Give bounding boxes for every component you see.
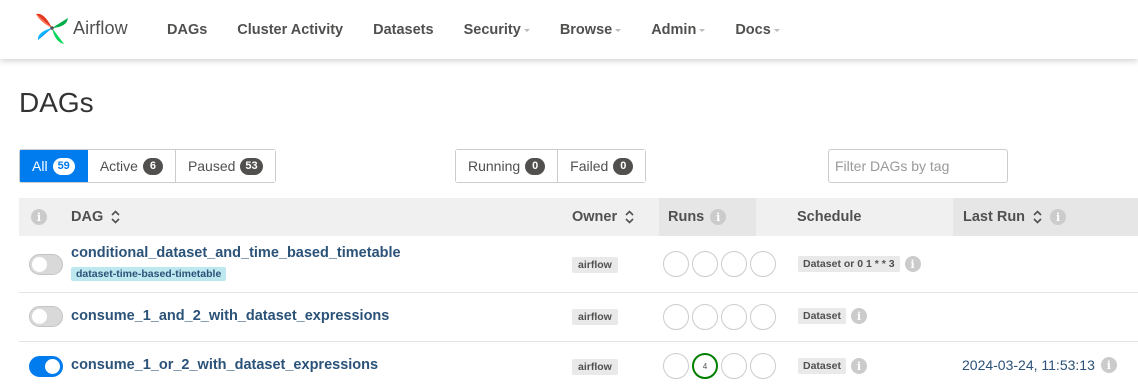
run-state-success[interactable]: [721, 304, 747, 330]
header-dag[interactable]: DAG: [71, 198, 120, 236]
nav-admin[interactable]: Admin: [636, 22, 720, 38]
last-run-cell: 2024-03-24, 11:53:13 i: [962, 357, 1117, 373]
nav-datasets[interactable]: Datasets: [358, 22, 448, 38]
schedule-cell: Dataset i: [798, 308, 867, 324]
count-badge: 59: [52, 157, 75, 175]
run-state-running[interactable]: [692, 304, 718, 330]
nav-browse[interactable]: Browse: [545, 22, 636, 38]
header-last-run[interactable]: Last Run i: [963, 198, 1067, 236]
header-owner[interactable]: Owner: [572, 198, 634, 236]
table-row: consume_1_and_2_with_dataset_expressions…: [19, 293, 1138, 342]
schedule-badge[interactable]: Dataset or 0 1 * * 3: [798, 256, 900, 272]
run-state-failed[interactable]: [750, 251, 776, 277]
run-state-success[interactable]: 4: [692, 353, 718, 379]
run-state-failed[interactable]: [750, 353, 776, 379]
caret-down-icon: [773, 29, 780, 32]
run-state-running[interactable]: [692, 251, 718, 277]
caret-down-icon: [699, 29, 706, 32]
tag-filter-input[interactable]: [828, 149, 1008, 183]
dag-pause-toggle[interactable]: [29, 306, 63, 327]
filter-running-button[interactable]: Running 0: [456, 150, 559, 182]
sort-icon[interactable]: [111, 210, 120, 224]
run-state-queued[interactable]: [663, 304, 689, 330]
count-badge: 0: [525, 157, 546, 175]
sort-icon[interactable]: [1033, 210, 1042, 224]
schedule-badge[interactable]: Dataset: [798, 358, 846, 374]
dag-tag[interactable]: dataset-time-based-timetable: [71, 267, 227, 281]
brand-name: Airflow: [73, 17, 128, 38]
runs-circles: [663, 304, 779, 330]
dag-id-link[interactable]: consume_1_and_2_with_dataset_expressions: [71, 308, 389, 324]
info-icon[interactable]: i: [1100, 357, 1117, 373]
info-icon[interactable]: i: [850, 358, 867, 374]
filter-all-button[interactable]: All 59: [20, 150, 88, 182]
run-state-queued[interactable]: [663, 353, 689, 379]
owner-badge[interactable]: airflow: [572, 257, 618, 273]
info-icon[interactable]: i: [1050, 209, 1067, 225]
info-icon[interactable]: i: [850, 308, 867, 324]
count-badge: 53: [240, 157, 263, 175]
caret-down-icon: [615, 29, 622, 32]
owner-badge[interactable]: airflow: [572, 309, 618, 325]
table-header: i DAG Owner Runs i Schedule Last Run i: [19, 198, 1138, 236]
navbar: Airflow DAGs Cluster Activity Datasets S…: [0, 0, 1138, 59]
schedule-badge[interactable]: Dataset: [798, 308, 846, 324]
toggle-knob: [32, 309, 47, 324]
owner-badge[interactable]: airflow: [572, 359, 618, 375]
header-info: i: [31, 198, 47, 236]
dag-pause-toggle[interactable]: [29, 254, 63, 275]
nav-dags[interactable]: DAGs: [152, 22, 222, 38]
run-state-filter-group: Running 0 Failed 0: [455, 149, 647, 183]
run-state-running[interactable]: [721, 353, 747, 379]
nav-cluster-activity[interactable]: Cluster Activity: [222, 22, 358, 38]
run-state-queued[interactable]: [663, 251, 689, 277]
main-nav: DAGs Cluster Activity Datasets Security …: [152, 0, 795, 59]
count-badge: 6: [142, 157, 163, 175]
filter-failed-button[interactable]: Failed 0: [558, 150, 646, 182]
header-schedule: Schedule: [797, 209, 862, 225]
schedule-cell: Dataset or 0 1 * * 3 i: [798, 256, 921, 272]
status-filter-group: All 59 Active 6 Paused 53: [19, 149, 276, 183]
dag-id-link[interactable]: consume_1_or_2_with_dataset_expressions: [71, 357, 378, 373]
toggle-knob: [32, 257, 47, 272]
header-runs: Runs i: [668, 198, 727, 236]
airflow-pinwheel-icon: [36, 13, 68, 44]
schedule-cell: Dataset i: [798, 358, 867, 374]
page-title: DAGs: [19, 87, 94, 118]
info-icon[interactable]: i: [904, 256, 921, 272]
run-state-failed[interactable]: [750, 304, 776, 330]
sort-icon[interactable]: [625, 210, 634, 224]
runs-circles: 4: [663, 353, 779, 379]
runs-circles: [663, 251, 779, 277]
brand-logo-link[interactable]: Airflow: [34, 10, 128, 46]
nav-docs[interactable]: Docs: [720, 22, 794, 38]
run-state-success[interactable]: [721, 251, 747, 277]
dag-id-link[interactable]: conditional_dataset_and_time_based_timet…: [71, 245, 401, 261]
table-row: consume_1_or_2_with_dataset_expressions …: [19, 342, 1138, 390]
filter-paused-button[interactable]: Paused 53: [175, 150, 275, 182]
last-run-link[interactable]: 2024-03-24, 11:53:13: [962, 357, 1095, 373]
table-row: conditional_dataset_and_time_based_timet…: [19, 236, 1138, 293]
toggle-knob: [45, 359, 60, 374]
count-badge: 0: [613, 157, 634, 175]
nav-security[interactable]: Security: [449, 22, 545, 38]
info-icon[interactable]: i: [710, 209, 727, 225]
info-icon[interactable]: i: [31, 209, 47, 225]
caret-down-icon: [523, 29, 530, 32]
dag-pause-toggle[interactable]: [29, 356, 63, 377]
filter-active-button[interactable]: Active 6: [87, 150, 176, 182]
